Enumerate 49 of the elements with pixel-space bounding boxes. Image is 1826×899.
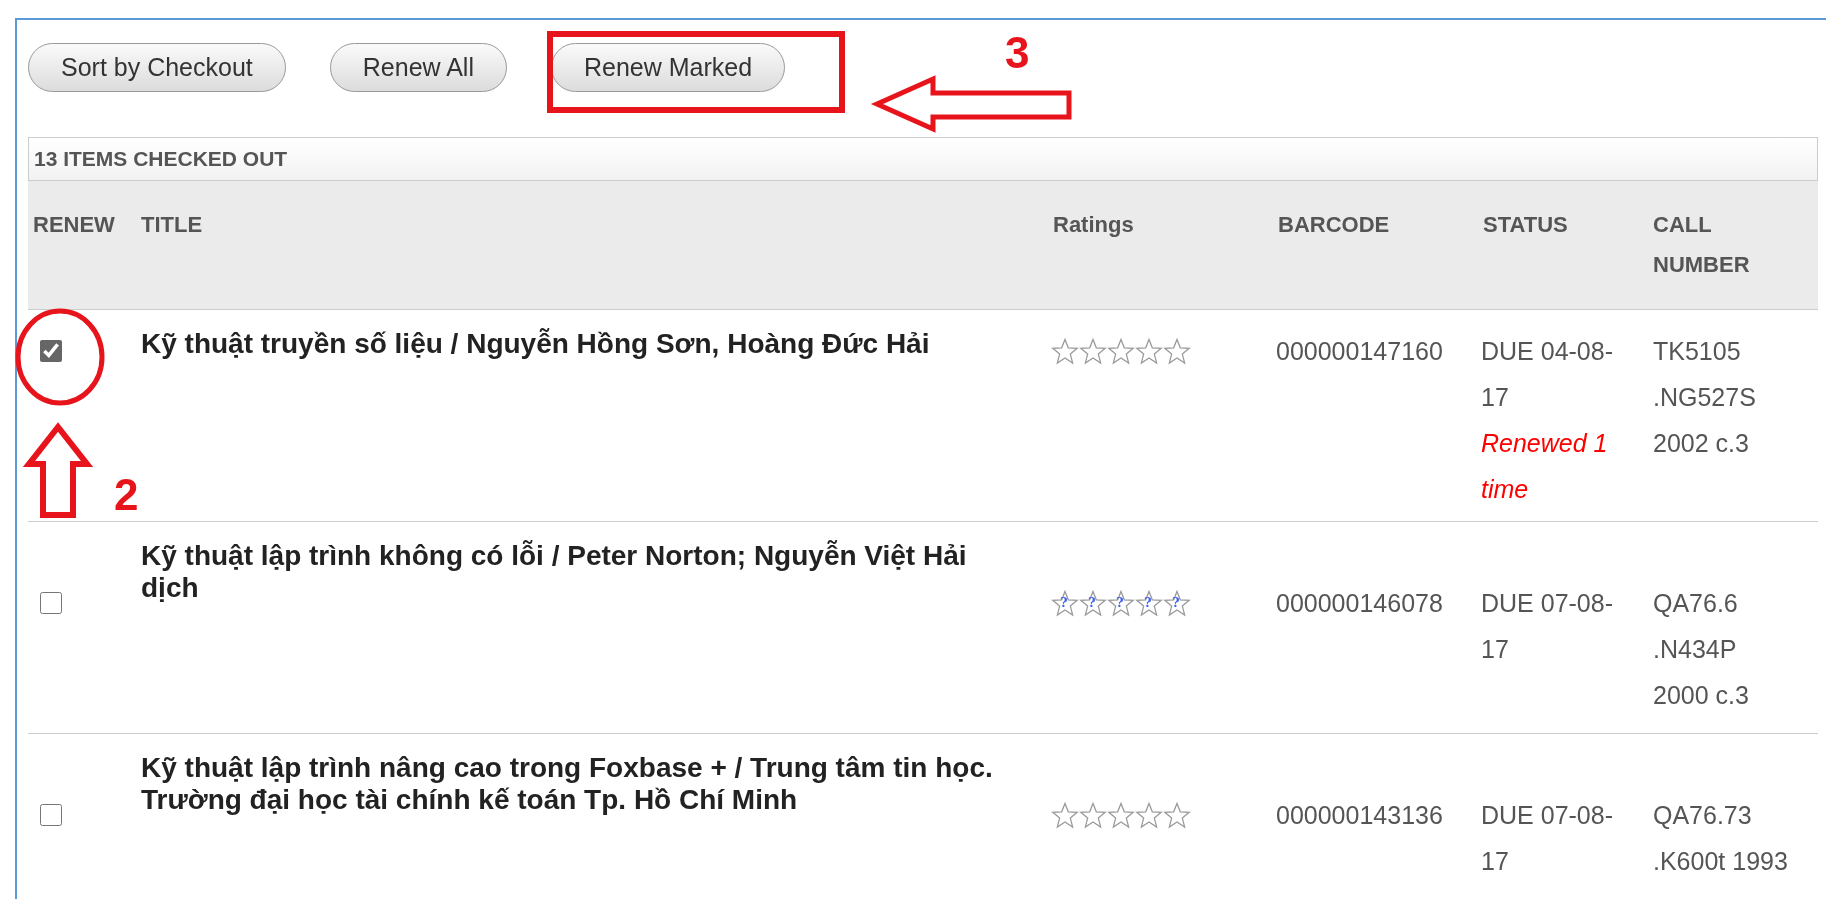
- star-icon[interactable]: [1107, 338, 1135, 365]
- barcode-text: 000000147160: [1276, 337, 1443, 365]
- renew-checkbox[interactable]: [40, 592, 62, 614]
- star-icon[interactable]: [1135, 802, 1163, 829]
- step-number: 3: [1005, 28, 1030, 78]
- call-number: TK5105 .NG527S 2002 c.3: [1653, 337, 1756, 457]
- barcode-text: 000000143136: [1276, 801, 1443, 829]
- star-icon[interactable]: [1051, 338, 1079, 365]
- barcode-text: 000000146078: [1276, 589, 1443, 617]
- star-rating[interactable]: ? ? ? ? ?: [1051, 590, 1270, 617]
- column-header: TITLE: [140, 211, 204, 239]
- star-question-mark: ?: [1088, 596, 1096, 610]
- renewal-note: Renewed 1 time: [1481, 428, 1609, 505]
- renew-checkbox[interactable]: [40, 340, 62, 362]
- star-question-mark: ?: [1060, 596, 1068, 610]
- toolbar-button[interactable]: Renew All: [329, 43, 507, 92]
- column-header: CALL NUMBER: [1652, 211, 1751, 279]
- renew-checkbox[interactable]: [40, 804, 62, 826]
- star-question-mark: ?: [1144, 596, 1152, 610]
- item-title[interactable]: Kỹ thuật lập trình không có lỗi / Peter Norton; Nguyễn Việt Hải dịch: [133, 540, 1045, 604]
- call-number: QA76.6 .N434P 2000 c.3: [1653, 589, 1749, 709]
- due-date: DUE 07-08-17: [1481, 800, 1614, 877]
- star-question-mark: ?: [1172, 596, 1180, 610]
- call-number: QA76.73 .K600t 1993: [1653, 801, 1788, 875]
- toolbar-button[interactable]: Sort by Checkout: [28, 43, 286, 92]
- star-icon[interactable]: [1079, 590, 1107, 617]
- star-icon[interactable]: [1107, 802, 1135, 829]
- star-question-mark: ?: [1116, 596, 1124, 610]
- table-caption: 13 ITEMS CHECKED OUT: [28, 137, 1818, 181]
- item-title[interactable]: Kỹ thuật truyền số liệu / Nguyễn Hồng Sơn, Hoàng Đức Hải: [133, 328, 1045, 360]
- star-icon[interactable]: [1107, 590, 1135, 617]
- star-icon[interactable]: [1135, 338, 1163, 365]
- star-icon[interactable]: [1163, 590, 1191, 617]
- column-header: STATUS: [1482, 211, 1569, 239]
- step-number: 2: [114, 470, 139, 520]
- star-icon[interactable]: [1051, 590, 1079, 617]
- star-icon[interactable]: [1051, 802, 1079, 829]
- toolbar-button[interactable]: Renew Marked: [550, 43, 786, 92]
- star-icon[interactable]: [1163, 802, 1191, 829]
- item-title[interactable]: Kỹ thuật lập trình nâng cao trong Foxbase + / Trung tâm tin học. Trường đại học tài chính kế toán Tp. Hồ Chí Minh: [133, 752, 1045, 816]
- star-icon[interactable]: [1135, 590, 1163, 617]
- star-icon[interactable]: [1163, 338, 1191, 365]
- star-icon[interactable]: [1079, 338, 1107, 365]
- column-header: RENEW: [32, 211, 116, 239]
- due-date: DUE 07-08-17: [1481, 588, 1614, 665]
- due-date: DUE 04-08-17: [1481, 336, 1614, 413]
- column-header: BARCODE: [1277, 211, 1391, 239]
- column-header: Ratings: [1052, 211, 1135, 239]
- star-icon[interactable]: [1079, 802, 1107, 829]
